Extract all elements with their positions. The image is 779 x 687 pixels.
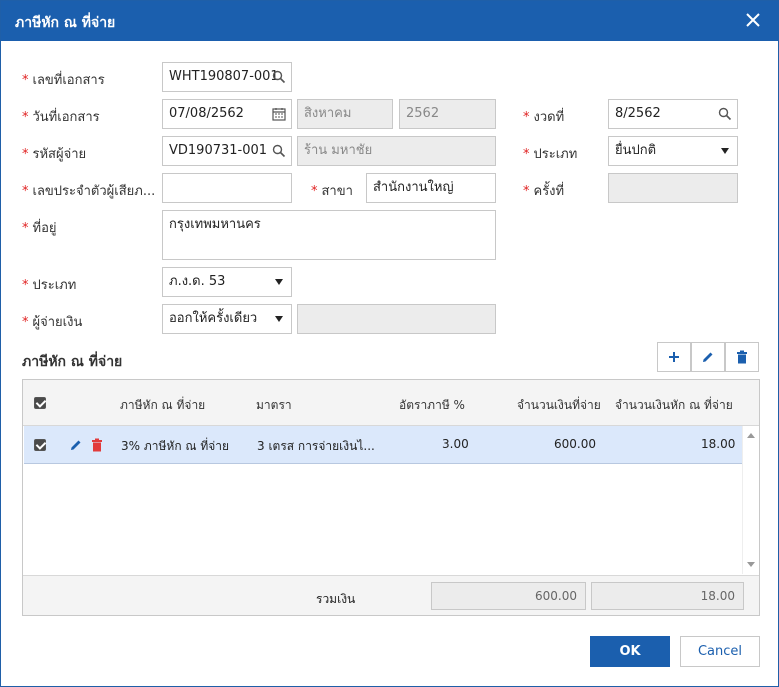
wht-table: ภาษีหัก ณ ที่จ่าย มาตรา อัตราภาษี % จำนว… [22, 379, 760, 616]
select-all-checkbox[interactable] [34, 397, 46, 409]
delete-icon[interactable] [90, 438, 104, 452]
search-icon[interactable] [272, 70, 286, 84]
tax-id-field[interactable] [162, 173, 292, 203]
cell-tax: 3% ภาษีหัก ณ ที่จ่าย [121, 439, 230, 453]
scroll-down-icon[interactable] [747, 562, 755, 568]
table-row[interactable]: 3% ภาษีหัก ณ ที่จ่าย 3 เตรส การจ่ายเงินไ… [24, 426, 742, 464]
col-header-amount[interactable]: จำนวนเงินที่จ่าย [517, 396, 601, 415]
payer-label: * ผู้จ่ายเงิน [22, 315, 83, 330]
total-withheld-field: 18.00 [591, 582, 744, 610]
payer-name-field: ร้าน มหาชัย [297, 136, 496, 166]
doc-date-field[interactable]: 07/08/2562 [162, 99, 292, 129]
table-scrollbar[interactable] [742, 426, 758, 574]
search-icon[interactable] [718, 107, 732, 121]
col-header-rate[interactable]: อัตราภาษี % [399, 396, 465, 415]
close-icon[interactable] [740, 7, 766, 33]
branch-label: * สาขา [311, 184, 353, 199]
address-textarea[interactable]: กรุงเทพมหานคร [162, 210, 496, 260]
ok-button[interactable]: OK [590, 636, 670, 667]
doc-date-value: 07/08/2562 [169, 106, 244, 121]
doc-month-field: สิงหาคม [297, 99, 393, 129]
total-amount-field: 600.00 [431, 582, 586, 610]
dialog-title: ภาษีหัก ณ ที่จ่าย [15, 15, 116, 31]
table-header: ภาษีหัก ณ ที่จ่าย มาตรา อัตราภาษี % จำนว… [23, 380, 759, 426]
cell-rate: 3.00 [442, 437, 469, 451]
period-field[interactable]: 8/2562 [608, 99, 738, 129]
period-label: * งวดที่ [523, 110, 565, 125]
search-icon[interactable] [272, 144, 286, 158]
add-row-button[interactable] [657, 342, 691, 372]
row-checkbox[interactable] [34, 439, 46, 451]
delete-row-button[interactable] [725, 342, 759, 372]
calendar-icon[interactable] [272, 107, 286, 121]
trash-icon [737, 350, 747, 364]
pencil-icon [703, 352, 713, 362]
times-label: * ครั้งที่ [523, 184, 565, 199]
section-title: ภาษีหัก ณ ที่จ่าย [22, 354, 123, 370]
dialog-titlebar: ภาษีหัก ณ ที่จ่าย [1, 1, 778, 41]
doc-no-label: * เลขที่เอกสาร [22, 73, 105, 88]
dropdown-arrow-icon [275, 316, 283, 322]
doc-no-field[interactable]: WHT190807-001 [162, 62, 292, 92]
cell-amount: 600.00 [554, 437, 596, 451]
dropdown-arrow-icon [275, 279, 283, 285]
address-label: * ที่อยู่ [22, 221, 57, 236]
filing-type-label: * ประเภท [523, 147, 578, 162]
payer-code-label: * รหัสผู้จ่าย [22, 147, 87, 162]
payer-code-value: VD190731-001 [169, 143, 268, 158]
payer-select[interactable]: ออกให้ครั้งเดียว [162, 304, 292, 334]
dropdown-arrow-icon [721, 148, 729, 154]
payer-extra-field [297, 304, 496, 334]
payer-value: ออกให้ครั้งเดียว [169, 311, 258, 326]
branch-field[interactable]: สำนักงานใหญ่ [366, 173, 496, 203]
plus-icon [669, 352, 679, 362]
form-type-select[interactable]: ภ.ง.ด. 53 [162, 267, 292, 297]
table-footer: รวมเงิน 600.00 18.00 [23, 575, 759, 615]
col-header-section[interactable]: มาตรา [256, 396, 292, 415]
edit-row-button[interactable] [691, 342, 725, 372]
cell-section: 3 เตรส การจ่ายเงินไ... [257, 439, 375, 453]
scroll-up-icon[interactable] [747, 432, 755, 438]
cell-withheld: 18.00 [701, 437, 736, 451]
payer-code-field[interactable]: VD190731-001 [162, 136, 292, 166]
edit-icon[interactable] [69, 438, 83, 452]
filing-type-value: ยื่นปกติ [615, 143, 657, 158]
wht-dialog: ภาษีหัก ณ ที่จ่าย * เลขที่เอกสาร WHT19080… [0, 0, 779, 687]
cancel-button[interactable]: Cancel [680, 636, 760, 667]
doc-date-label: * วันที่เอกสาร [22, 110, 100, 125]
filing-type-select[interactable]: ยื่นปกติ [608, 136, 738, 166]
form-type-value: ภ.ง.ด. 53 [169, 274, 226, 289]
times-field [608, 173, 738, 203]
tax-id-label: * เลขประจำตัวผู้เสียภ... [22, 184, 156, 199]
form-type-label: * ประเภท [22, 278, 77, 293]
doc-no-value: WHT190807-001 [169, 69, 279, 84]
total-label: รวมเงิน [316, 592, 356, 606]
col-header-tax[interactable]: ภาษีหัก ณ ที่จ่าย [120, 396, 205, 415]
doc-year-field: 2562 [399, 99, 496, 129]
col-header-withheld[interactable]: จำนวนเงินหัก ณ ที่จ่าย [615, 396, 733, 415]
period-value: 8/2562 [615, 106, 661, 121]
